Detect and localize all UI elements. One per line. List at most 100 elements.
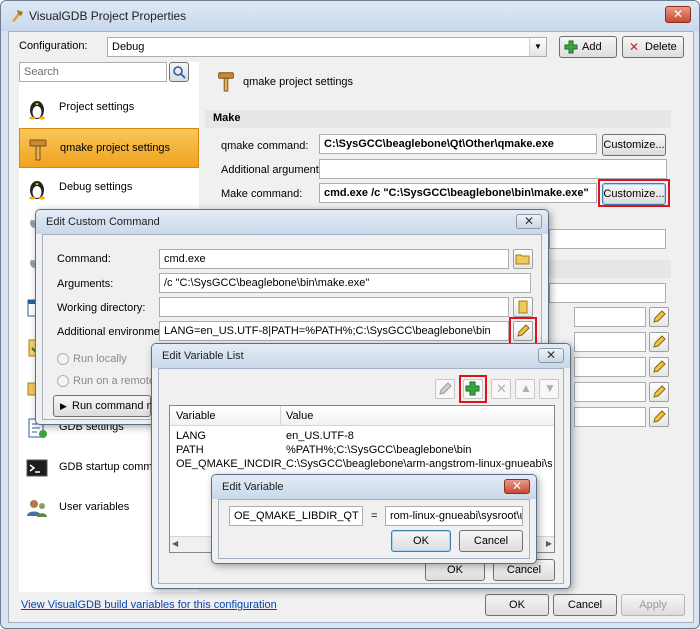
variable-name: OE_QMAKE_INCDIR_QT — [176, 458, 286, 470]
green-plus-icon — [465, 381, 480, 396]
variable-name: PATH — [176, 444, 204, 456]
hidden-field-3[interactable] — [574, 307, 646, 327]
run-remote-radio[interactable] — [57, 375, 69, 387]
run-locally-radio[interactable] — [57, 353, 69, 365]
run-command-now-button[interactable]: ▶ Run command now — [53, 395, 167, 417]
cancel-button[interactable]: Cancel — [553, 594, 617, 616]
edit-button[interactable] — [649, 307, 669, 327]
sidebar-item-label: User variables — [59, 501, 130, 513]
edit-variable-cancel-button[interactable]: Cancel — [459, 530, 523, 552]
search-button[interactable] — [169, 62, 189, 82]
console-icon — [26, 459, 48, 477]
dialog-title: Edit Variable List — [162, 350, 244, 362]
users-icon — [27, 500, 47, 517]
edit-button[interactable] — [649, 382, 669, 402]
pencil-icon — [439, 382, 452, 395]
sidebar-item-qmake-project-settings[interactable]: qmake project settings — [19, 128, 199, 168]
add-variable-button[interactable] — [463, 379, 483, 399]
edit-variable-dialog: Edit Variable ✕ OE_QMAKE_LIBDIR_QT = rom… — [211, 474, 537, 564]
edit-variable-button[interactable] — [435, 379, 455, 399]
play-icon: ▶ — [60, 401, 67, 411]
column-header-variable[interactable]: Variable — [176, 410, 216, 422]
pencil-icon — [653, 310, 666, 323]
sidebar-item-debug-settings[interactable]: Debug settings — [19, 168, 199, 208]
run-locally-label: Run locally — [73, 353, 127, 365]
build-variables-link[interactable]: View VisualGDB build variables for this … — [21, 599, 277, 611]
delete-configuration-button[interactable]: ✕ Delete — [622, 36, 684, 58]
search-icon — [173, 66, 186, 79]
pencil-icon — [517, 324, 530, 337]
dialog-title-bar[interactable]: Edit Variable ✕ — [212, 475, 536, 499]
hidden-field-5[interactable] — [574, 357, 646, 377]
variable-value-input[interactable]: rom-linux-gnueabi\sysroot\usr\lib — [385, 506, 523, 526]
linux-penguin-icon — [29, 181, 45, 200]
browse-command-button[interactable] — [513, 249, 533, 269]
visualgdb-app-icon — [12, 10, 23, 22]
hidden-field-7[interactable] — [574, 407, 646, 427]
additional-environment-input[interactable]: LANG=en_US.UTF-8|PATH=%PATH%;C:\SysGCC\b… — [159, 321, 509, 341]
folder-icon — [518, 300, 528, 314]
search-input[interactable]: Search — [19, 62, 167, 82]
dialog-body: OE_QMAKE_LIBDIR_QT = rom-linux-gnueabi\s… — [218, 499, 530, 559]
make-customize-button[interactable]: Customize... — [602, 183, 666, 205]
sidebar-item-label: Project settings — [59, 101, 135, 113]
sidebar-item-project-settings[interactable]: Project settings — [19, 88, 199, 128]
apply-button[interactable]: Apply — [621, 594, 685, 616]
scroll-right-icon: ▶ — [545, 539, 552, 548]
sidebar-item-label: qmake project settings — [60, 142, 171, 154]
qmake-customize-button[interactable]: Customize... — [602, 134, 666, 156]
command-label: Command: — [57, 253, 111, 265]
variable-name: LANG — [176, 430, 206, 442]
edit-environment-button[interactable] — [513, 321, 533, 341]
browse-directory-button[interactable] — [513, 297, 533, 317]
edit-variable-ok-button[interactable]: OK — [391, 530, 451, 552]
edit-button[interactable] — [649, 407, 669, 427]
additional-arguments-input[interactable] — [319, 159, 667, 179]
dialog-title: Edit Variable — [222, 481, 284, 493]
delete-label: Delete — [645, 41, 677, 53]
hidden-field-4[interactable] — [574, 332, 646, 352]
arrow-up-icon: ▲ — [520, 381, 532, 395]
section-header-hidden — [549, 260, 671, 278]
variable-value: %PATH%;C:\SysGCC\beaglebone\bin — [286, 444, 472, 456]
pencil-icon — [653, 410, 666, 423]
green-plus-icon — [564, 40, 578, 54]
dialog-title-bar[interactable]: Edit Variable List ✕ — [152, 344, 570, 368]
edit-button[interactable] — [649, 332, 669, 352]
hammer-icon — [29, 139, 47, 161]
hidden-field-1[interactable] — [549, 229, 666, 249]
hidden-field-6[interactable] — [574, 382, 646, 402]
linux-penguin-icon — [29, 101, 45, 120]
variable-name-input[interactable]: OE_QMAKE_LIBDIR_QT — [229, 506, 363, 526]
working-directory-label: Working directory: — [57, 302, 146, 314]
edit-button[interactable] — [649, 357, 669, 377]
add-configuration-button[interactable]: Add — [559, 36, 617, 58]
red-x-icon: ✕ — [629, 40, 640, 54]
make-command-input[interactable]: cmd.exe /c "C:\SysGCC\beaglebone\bin\mak… — [319, 183, 597, 203]
move-down-button[interactable]: ▼ — [539, 379, 559, 399]
window-close-button[interactable]: ✕ — [665, 6, 691, 23]
additional-environment-label: Additional environment: — [57, 326, 172, 338]
command-input[interactable]: cmd.exe — [159, 249, 509, 269]
dialog-close-button[interactable]: ✕ — [516, 214, 542, 229]
pencil-icon — [653, 385, 666, 398]
arguments-input[interactable]: /c "C:\SysGCC\beaglebone\bin\make.exe" — [159, 273, 531, 293]
hidden-field-2[interactable] — [549, 283, 666, 303]
dialog-close-button[interactable]: ✕ — [504, 479, 530, 494]
working-directory-input[interactable] — [159, 297, 509, 317]
title-bar[interactable]: VisualGDB Project Properties ✕ — [1, 1, 699, 31]
pencil-icon — [653, 360, 666, 373]
page-title: qmake project settings — [243, 76, 354, 88]
column-header-value[interactable]: Value — [286, 410, 313, 422]
dialog-close-button[interactable]: ✕ — [538, 348, 564, 363]
dialog-title-bar[interactable]: Edit Custom Command ✕ — [36, 210, 548, 234]
column-divider — [280, 406, 281, 426]
list-header: Variable Value — [170, 406, 554, 426]
add-label: Add — [582, 41, 602, 53]
ok-button[interactable]: OK — [485, 594, 549, 616]
qmake-command-input[interactable]: C:\SysGCC\beaglebone\Qt\Other\qmake.exe — [319, 134, 597, 154]
configuration-select[interactable]: Debug ▼ — [107, 37, 547, 57]
delete-variable-button[interactable]: ✕ — [491, 379, 511, 399]
move-up-button[interactable]: ▲ — [515, 379, 535, 399]
arrow-down-icon: ▼ — [544, 381, 556, 395]
